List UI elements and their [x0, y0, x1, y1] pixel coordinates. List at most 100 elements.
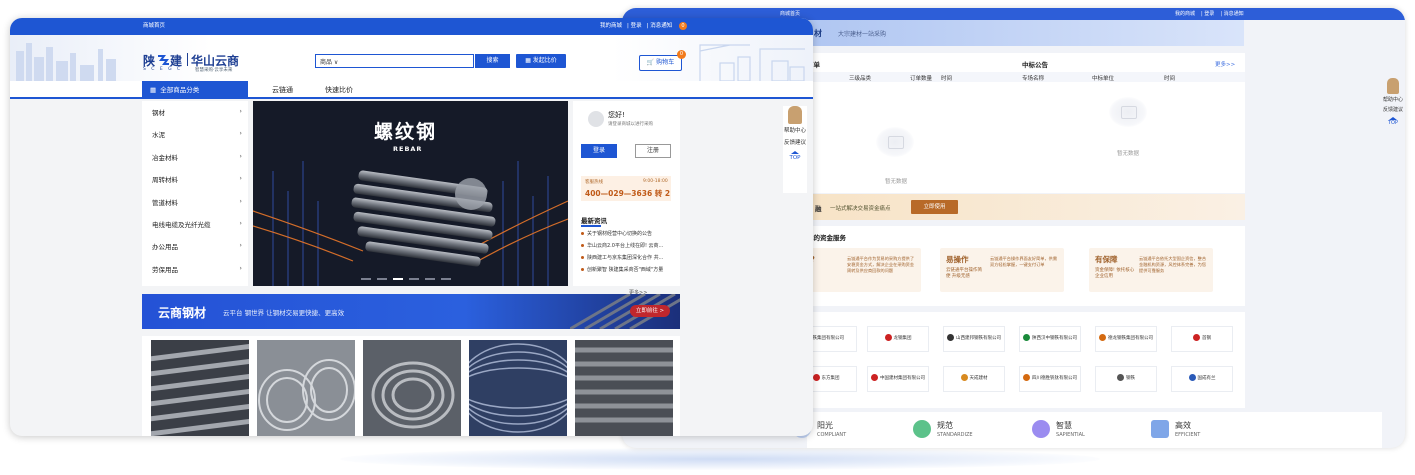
- hotline-hours: 9:00-18:00: [643, 179, 668, 184]
- category-item[interactable]: 冶金材料 ›: [152, 152, 242, 162]
- orders-col: 三级品类: [849, 76, 872, 82]
- partner-logo[interactable]: 龙钢集团: [867, 326, 929, 352]
- help-center-link[interactable]: 帮助中心: [783, 127, 807, 135]
- category-item[interactable]: 钢材 ›: [152, 107, 242, 117]
- news-title: 最新资讯: [581, 217, 607, 225]
- steel-banner-title: 云商钢材: [158, 306, 207, 320]
- category-item[interactable]: 劳保用品 ›: [152, 264, 242, 274]
- feedback-link[interactable]: 反馈建议: [783, 139, 807, 147]
- bids-table-header: 专场名称 中标单位 时间: [1017, 72, 1245, 82]
- brand-divider: [187, 53, 188, 66]
- home-link[interactable]: 商城首页: [143, 18, 165, 35]
- product-image[interactable]: [363, 340, 461, 436]
- back-my-mall-link[interactable]: 我的商城: [1175, 11, 1195, 17]
- fund-card-desc: 资金保障! 依托核心企业信用: [1095, 268, 1135, 279]
- finance-label: 融: [815, 205, 822, 213]
- chevron-right-icon: ›: [239, 107, 242, 115]
- chevron-right-icon: ›: [239, 152, 242, 160]
- product-image[interactable]: [257, 340, 355, 436]
- product-image[interactable]: [151, 340, 249, 436]
- banner-title: 螺纹钢: [374, 121, 438, 143]
- partner-logo[interactable]: 山西建邦钢铁有限公司: [943, 326, 1005, 352]
- back-top-button[interactable]: TOP: [1382, 117, 1404, 127]
- hotline-label: 客服热线: [585, 180, 603, 185]
- bids-panel: 中标公告 更多>> 专场名称 中标单位 时间 暂无数据: [1017, 53, 1245, 193]
- finance-use-button[interactable]: 立即使用: [911, 200, 958, 214]
- news-item[interactable]: 华山云商2.0平台上线在即! 云商...: [581, 242, 673, 249]
- banner-subtitle: REBAR: [393, 145, 423, 153]
- brand-en: S C E G C: [143, 67, 183, 72]
- my-mall-link[interactable]: 我的商城: [600, 23, 622, 29]
- login-hint: 请登录商城以进行采购: [608, 122, 653, 127]
- feature-name: 规范: [937, 421, 953, 430]
- compare-price-button[interactable]: ▦ 发起比价: [516, 54, 566, 68]
- back-help-center[interactable]: 帮助中心: [1382, 97, 1404, 104]
- float-help: 帮助中心 反馈建议 TOP: [783, 106, 807, 193]
- steel-banner[interactable]: 云商钢材 云平台 钢世界 让钢材交易更快捷、更高效 立即前往 >: [142, 294, 680, 329]
- fund-card-detail: 云链通平台操作界面友好简单，供需双方轻松掌握，一键支付订单: [990, 256, 1058, 267]
- back-top-links: 我的商城 | 登录 | 消息通知: [1175, 11, 1244, 17]
- news-item[interactable]: 关于钢材经营中心切换的公告: [581, 230, 673, 237]
- news-item[interactable]: 创新聚智 陕建集采商否"西域"方量: [581, 266, 673, 273]
- fund-card-title: 有保障: [1095, 255, 1118, 264]
- partner-logo[interactable]: 中国建材集团有限公司: [867, 366, 929, 392]
- category-item[interactable]: 水泥 ›: [152, 129, 242, 139]
- nav-quick-compare[interactable]: 快速比价: [325, 81, 353, 99]
- bids-title: 中标公告: [1022, 61, 1048, 69]
- product-image[interactable]: [575, 340, 673, 436]
- partners-panel: 钢铁集团有限公司 龙钢集团 山西建邦钢铁有限公司 陕西汉中钢铁有限公司 德龙钢铁…: [795, 312, 1245, 408]
- login-link[interactable]: 登录: [631, 23, 642, 29]
- feature-en: EFFICIENT: [1175, 432, 1201, 438]
- all-categories-button[interactable]: ▦ 全部商品分类: [142, 81, 248, 99]
- partner-logo[interactable]: 国成有兰: [1171, 366, 1233, 392]
- category-item[interactable]: 周转材料 ›: [152, 174, 242, 184]
- finance-text: 一站式解决交易资金痛点: [830, 206, 891, 212]
- chevron-right-icon: ›: [239, 241, 242, 249]
- cart-count-badge: 0: [677, 50, 686, 59]
- messages-link[interactable]: 消息通知: [650, 23, 672, 29]
- search-input[interactable]: 商品 ∨: [315, 54, 474, 68]
- bids-empty-text: 暂无数据: [1117, 151, 1140, 157]
- bids-more-link[interactable]: 更多>>: [1215, 60, 1235, 68]
- orders-table-header: 三级品类 订单数量 时间: [807, 72, 1017, 82]
- category-item[interactable]: 电线电缆及光纤光缆 ›: [152, 219, 242, 229]
- bottom-shadow: [340, 448, 1100, 470]
- mascot-icon: [1387, 78, 1399, 94]
- nav-yunliantong[interactable]: 云链通: [272, 81, 293, 99]
- top-button[interactable]: TOP: [783, 151, 807, 162]
- news-item[interactable]: 陕西建工与京东集团深化合作 共...: [581, 254, 673, 261]
- category-item[interactable]: 管道材料 ›: [152, 197, 242, 207]
- partner-logo[interactable]: 德龙钢铁集团有限公司: [1095, 326, 1157, 352]
- brand-slogan: 智慧采购·云享未来: [195, 68, 233, 73]
- search-button[interactable]: 搜索: [475, 54, 510, 68]
- feature-en: SAPIENTIAL: [1056, 432, 1085, 438]
- back-messages-link[interactable]: 消息通知: [1224, 11, 1244, 17]
- back-login-link[interactable]: 登录: [1204, 11, 1214, 17]
- main-nav: ▦ 全部商品分类 云链通 快速比价: [10, 81, 813, 99]
- brand-logo[interactable]: 陕 建 华山云商 S C E G C 智慧采购·云享未来: [143, 52, 253, 74]
- register-button[interactable]: 注册: [635, 144, 671, 158]
- category-item[interactable]: 办公用品 ›: [152, 241, 242, 251]
- cart-button[interactable]: 🛒 购物车: [639, 55, 682, 71]
- orders-col: 订单数量: [910, 76, 933, 82]
- feature-en: COMPLIANT: [817, 432, 847, 438]
- product-image[interactable]: [469, 340, 567, 436]
- partner-logo[interactable]: 四川德胜钒钛有限公司: [1019, 366, 1081, 392]
- partner-logo[interactable]: 首钢: [1171, 326, 1233, 352]
- back-float-help[interactable]: 帮助中心 反馈建议 TOP: [1382, 78, 1404, 127]
- partner-logo[interactable]: 天成建材: [943, 366, 1005, 392]
- chevron-up-icon: [791, 151, 799, 154]
- product-row: [142, 336, 680, 436]
- main-banner[interactable]: 螺纹钢 REBAR: [253, 101, 568, 286]
- back-feedback[interactable]: 反馈建议: [1382, 107, 1404, 114]
- partner-logo[interactable]: 陕西汉中钢铁有限公司: [1019, 326, 1081, 352]
- chevron-right-icon: ›: [239, 219, 242, 227]
- search-category-select[interactable]: 商品 ∨: [320, 57, 338, 66]
- partner-logo[interactable]: 钢铁: [1095, 366, 1157, 392]
- login-button[interactable]: 登录: [581, 144, 617, 158]
- city-skyline-illustration: [16, 43, 116, 81]
- go-now-button[interactable]: 立即前往 >: [630, 305, 670, 317]
- fund-card-detail: 云链通平台依托大型国企资信，整合金融机构资源，风控体系完善，为您提供可靠服务: [1139, 256, 1207, 273]
- orders-col: 时间: [941, 76, 953, 82]
- fund-services-panel: 样的资金服务 买? 云链通平台作为贸易的采购方提供了安稳资金方式，解决企业在采购…: [797, 226, 1245, 306]
